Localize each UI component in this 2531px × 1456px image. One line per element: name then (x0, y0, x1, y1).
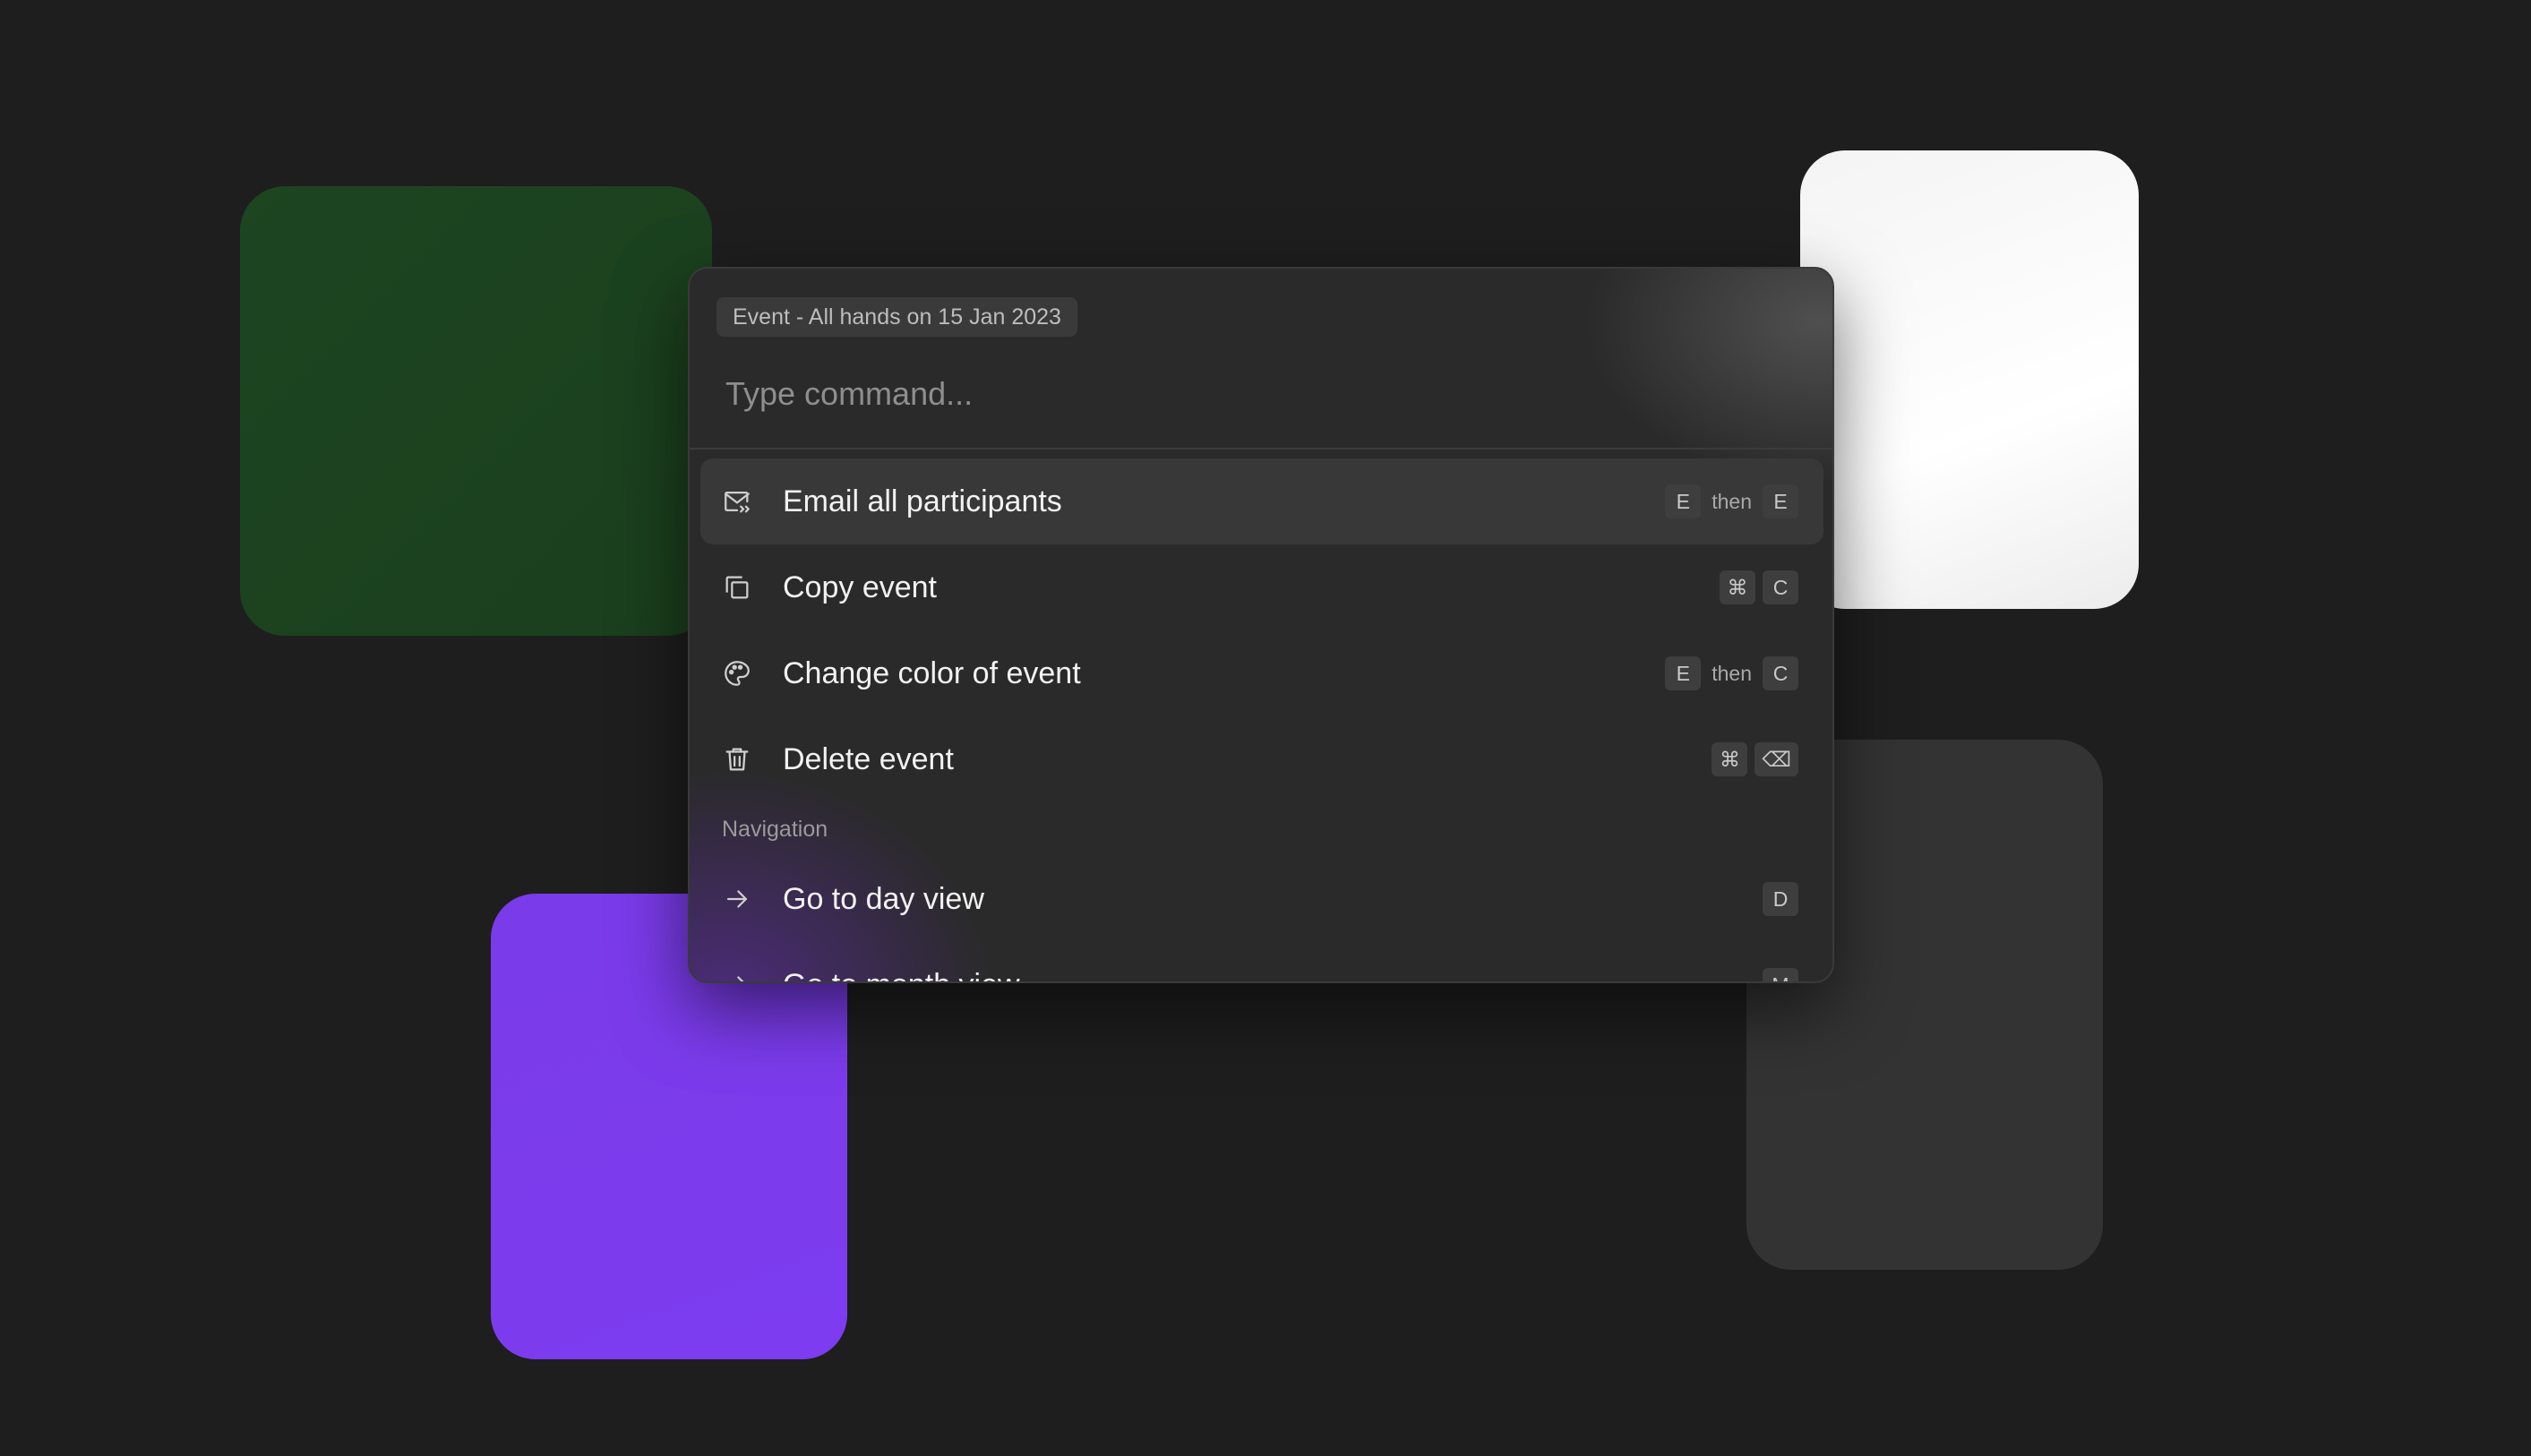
shortcut-key: M (1763, 968, 1798, 981)
shortcut-then: then (1712, 489, 1752, 513)
green-card (240, 186, 712, 636)
shortcut-key: C (1763, 570, 1798, 604)
shortcut-key: ⌫ (1755, 742, 1798, 776)
command-input[interactable] (724, 362, 1784, 426)
shortcut: M (1763, 968, 1798, 981)
shortcut-key: E (1763, 484, 1798, 518)
context-badge: Event - All hands on 15 Jan 2023 (716, 297, 1077, 337)
command-label: Delete event (783, 741, 954, 776)
shortcut-key: C (1763, 656, 1798, 690)
mail-forward-icon (722, 486, 752, 517)
arrow-right-icon (722, 884, 752, 914)
command-label: Email all participants (783, 484, 1062, 518)
shortcut-key: ⌘ (1720, 570, 1755, 604)
white-card (1800, 150, 2139, 609)
command-label: Copy event (783, 570, 937, 604)
trash-icon (722, 744, 752, 775)
divider (690, 448, 1832, 450)
command-palette: Event - All hands on 15 Jan 2023 Email a… (688, 267, 1834, 983)
shortcut-key: D (1763, 882, 1798, 916)
command-item-change-color[interactable]: Change color of event E then C (700, 630, 1823, 716)
command-item-day-view[interactable]: Go to day view D (700, 856, 1823, 942)
shortcut-key: E (1665, 656, 1702, 690)
command-item-month-view[interactable]: Go to month view M (700, 942, 1823, 982)
copy-icon (722, 572, 752, 603)
shortcut: ⌘ ⌫ (1712, 742, 1798, 776)
command-label: Go to month view (783, 968, 1020, 982)
shortcut: D (1763, 882, 1798, 916)
command-item-copy-event[interactable]: Copy event ⌘ C (700, 544, 1823, 630)
shortcut-then: then (1712, 661, 1752, 685)
arrow-right-icon (722, 970, 752, 981)
command-label: Go to day view (783, 881, 984, 916)
shortcut: ⌘ C (1720, 570, 1798, 604)
shortcut: E then E (1665, 484, 1798, 518)
shortcut-key: E (1665, 484, 1702, 518)
command-label: Change color of event (783, 655, 1081, 690)
shortcut-key: ⌘ (1712, 742, 1748, 776)
command-item-email-all-participants[interactable]: Email all participants E then E (700, 458, 1823, 544)
section-heading-navigation: Navigation (722, 817, 828, 842)
shortcut: E then C (1665, 656, 1798, 690)
command-item-delete-event[interactable]: Delete event ⌘ ⌫ (700, 716, 1823, 802)
palette-icon (722, 658, 752, 689)
